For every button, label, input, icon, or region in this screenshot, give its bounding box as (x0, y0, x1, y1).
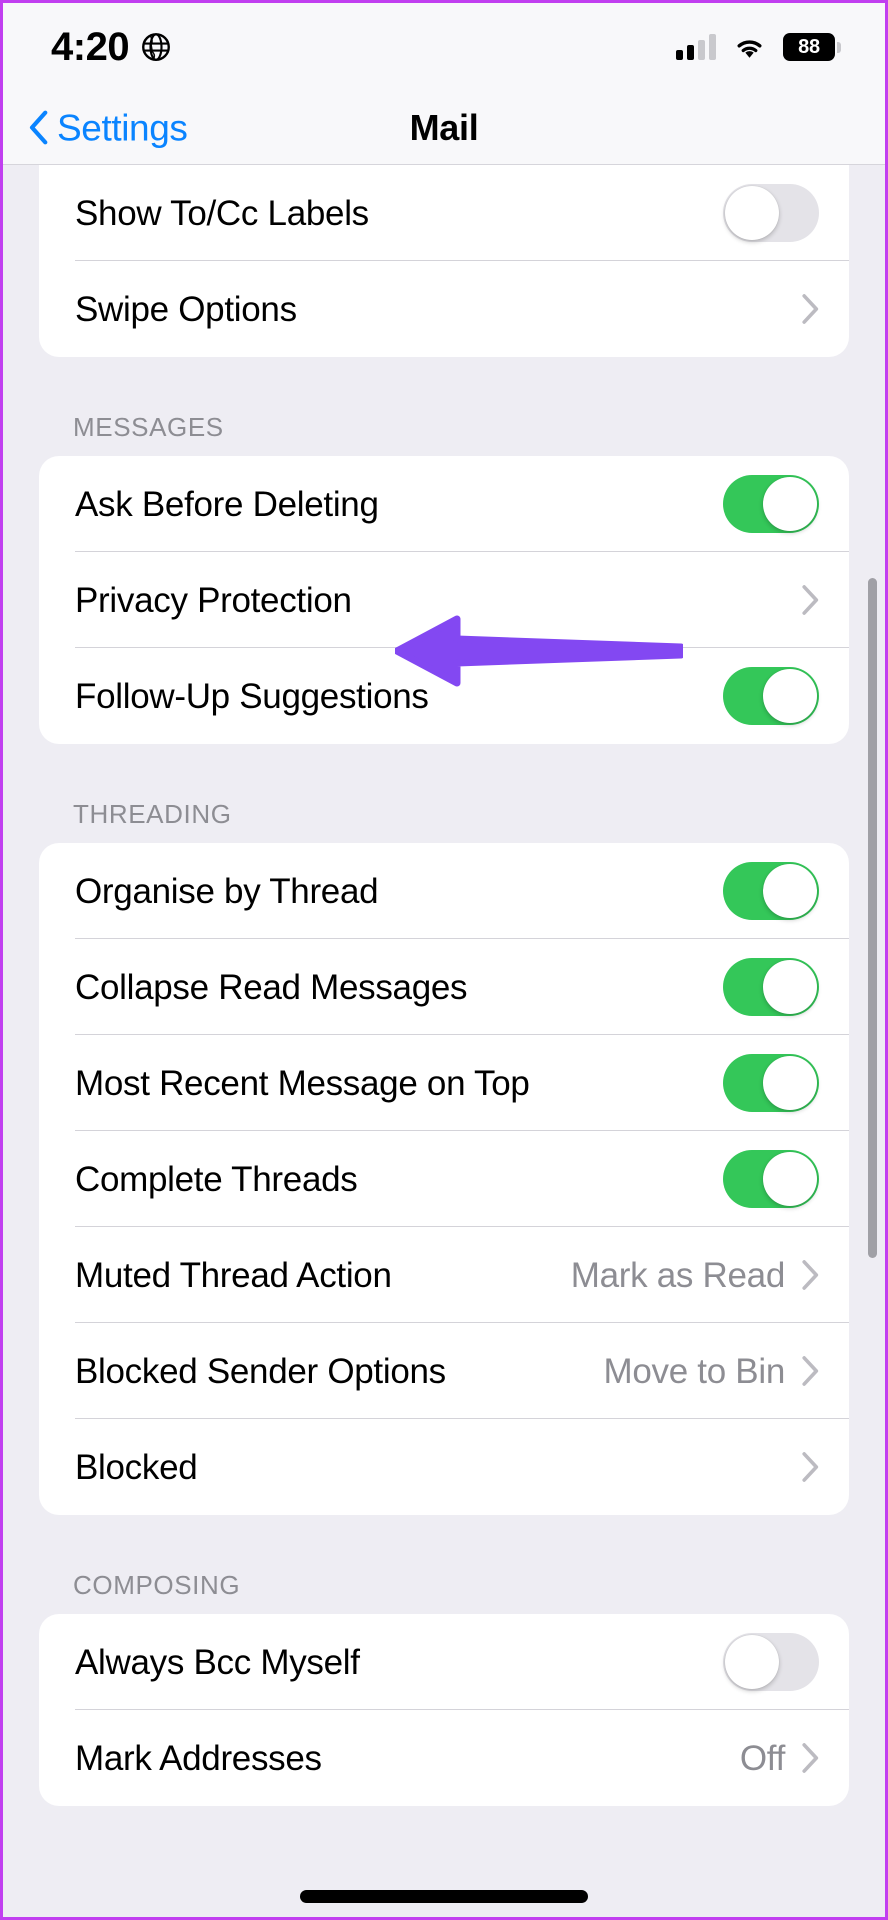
toggle-knob (725, 1635, 779, 1689)
toggle-knob (763, 1056, 817, 1110)
status-bar: 4:20 88 (3, 3, 885, 91)
row-control (802, 1452, 819, 1482)
row-control: Off (740, 1741, 819, 1776)
row-label: Collapse Read Messages (75, 967, 468, 1007)
toggle-always-bcc-myself[interactable] (723, 1633, 819, 1691)
toggle-most-recent-message-on-top[interactable] (723, 1054, 819, 1112)
row-control (723, 184, 819, 242)
row-control (802, 585, 819, 615)
row-collapse-read-messages[interactable]: Collapse Read Messages (39, 939, 849, 1035)
chevron-right-icon (802, 294, 819, 324)
row-label: Complete Threads (75, 1159, 358, 1199)
globe-icon (141, 32, 171, 62)
settings-group-viewing-partial: Show To/Cc Labels Swipe Options (39, 165, 849, 357)
toggle-knob (763, 1152, 817, 1206)
toggle-knob (763, 669, 817, 723)
settings-group-composing: Always Bcc Myself Mark Addresses Off (39, 1614, 849, 1806)
row-value: Mark as Read (570, 1255, 786, 1295)
row-always-bcc-myself[interactable]: Always Bcc Myself (39, 1614, 849, 1710)
row-control (723, 667, 819, 725)
chevron-right-icon (802, 585, 819, 615)
chevron-right-icon (802, 1452, 819, 1482)
page-title: Mail (409, 106, 479, 148)
row-label: Privacy Protection (75, 580, 352, 620)
row-swipe-options[interactable]: Swipe Options (39, 261, 849, 357)
section-header-composing: COMPOSING (73, 1570, 241, 1600)
row-control (723, 1633, 819, 1691)
row-privacy-protection[interactable]: Privacy Protection (39, 552, 849, 648)
row-control: Mark as Read (571, 1258, 819, 1293)
wifi-icon (733, 35, 766, 60)
row-label: Always Bcc Myself (75, 1642, 360, 1682)
scrollbar[interactable] (868, 578, 877, 1258)
battery-percentage: 88 (798, 36, 820, 58)
row-follow-up-suggestions[interactable]: Follow-Up Suggestions (39, 648, 849, 744)
row-label: Muted Thread Action (75, 1255, 392, 1295)
row-label: Blocked Sender Options (75, 1351, 446, 1391)
row-label: Swipe Options (75, 289, 297, 329)
row-control (723, 958, 819, 1016)
navigation-bar: Settings Mail (3, 91, 885, 165)
status-bar-right: 88 (676, 33, 841, 61)
row-label: Organise by Thread (75, 871, 379, 911)
status-bar-clock: 4:20 (51, 25, 130, 69)
toggle-knob (763, 477, 817, 531)
row-value: Move to Bin (603, 1351, 785, 1391)
row-show-to-cc-labels[interactable]: Show To/Cc Labels (39, 165, 849, 261)
row-control (723, 862, 819, 920)
phone-screenshot-frame: 4:20 88 Settings Mail Show To/Cc Labels … (0, 0, 888, 1920)
row-label: Blocked (75, 1447, 198, 1487)
section-header-messages: MESSAGES (73, 412, 224, 442)
row-most-recent-message-on-top[interactable]: Most Recent Message on Top (39, 1035, 849, 1131)
status-bar-left: 4:20 (51, 27, 171, 67)
chevron-right-icon (802, 1356, 819, 1386)
toggle-complete-threads[interactable] (723, 1150, 819, 1208)
row-blocked[interactable]: Blocked (39, 1419, 849, 1515)
row-control (723, 475, 819, 533)
cellular-signal-icon (676, 34, 716, 60)
home-indicator (300, 1890, 588, 1903)
row-blocked-sender-options[interactable]: Blocked Sender Options Move to Bin (39, 1323, 849, 1419)
row-ask-before-deleting[interactable]: Ask Before Deleting (39, 456, 849, 552)
row-muted-thread-action[interactable]: Muted Thread Action Mark as Read (39, 1227, 849, 1323)
chevron-right-icon (802, 1743, 819, 1773)
chevron-right-icon (802, 1260, 819, 1290)
row-control: Move to Bin (603, 1354, 819, 1389)
row-control (723, 1054, 819, 1112)
row-organise-by-thread[interactable]: Organise by Thread (39, 843, 849, 939)
toggle-knob (763, 960, 817, 1014)
toggle-knob (725, 186, 779, 240)
row-label: Follow-Up Suggestions (75, 676, 429, 716)
settings-list[interactable]: Show To/Cc Labels Swipe Options MESSAGES As… (3, 165, 885, 1917)
row-control (723, 1150, 819, 1208)
row-mark-addresses[interactable]: Mark Addresses Off (39, 1710, 849, 1806)
row-label: Show To/Cc Labels (75, 193, 369, 233)
toggle-collapse-read-messages[interactable] (723, 958, 819, 1016)
settings-group-threading: Organise by Thread Collapse Read Messages… (39, 843, 849, 1515)
section-header-threading: THREADING (73, 799, 232, 829)
row-control (802, 294, 819, 324)
toggle-organise-by-thread[interactable] (723, 862, 819, 920)
toggle-knob (763, 864, 817, 918)
toggle-ask-before-deleting[interactable] (723, 475, 819, 533)
row-label: Ask Before Deleting (75, 484, 379, 524)
row-label: Mark Addresses (75, 1738, 322, 1778)
row-value: Off (739, 1738, 785, 1778)
row-label: Most Recent Message on Top (75, 1063, 530, 1103)
battery-icon: 88 (783, 33, 841, 61)
toggle-follow-up-suggestions[interactable] (723, 667, 819, 725)
toggle-show-to-cc-labels[interactable] (723, 184, 819, 242)
row-complete-threads[interactable]: Complete Threads (39, 1131, 849, 1227)
settings-group-messages: Ask Before Deleting Privacy Protection Fol… (39, 456, 849, 744)
